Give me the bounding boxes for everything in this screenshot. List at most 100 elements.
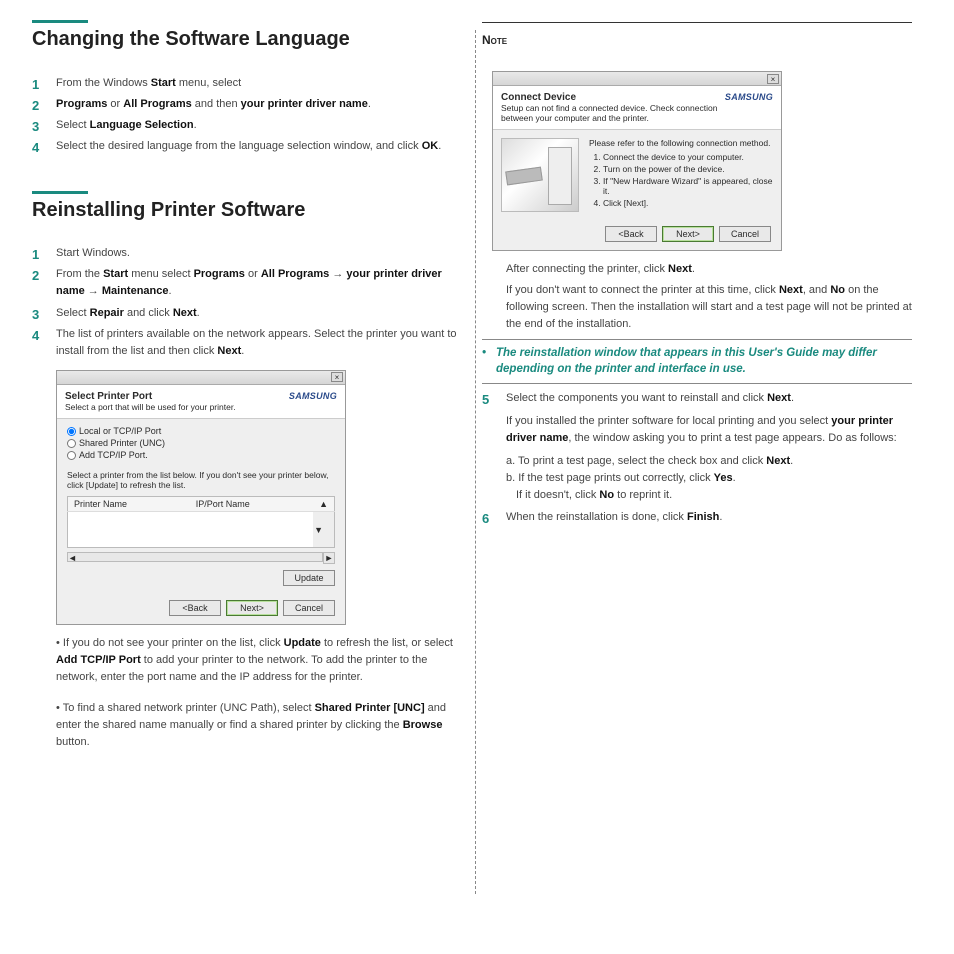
arrow-icon: → xyxy=(329,268,346,280)
connect-device-dialog: × Connect Device Setup can not find a co… xyxy=(492,71,782,251)
mini-step: Click [Next]. xyxy=(603,198,773,208)
bold: Programs xyxy=(56,98,107,110)
close-icon[interactable]: × xyxy=(331,372,343,382)
cancel-button[interactable]: Cancel xyxy=(719,226,771,242)
right-column: Note × Connect Device Setup can not find… xyxy=(472,20,922,755)
h-scrollbar[interactable]: ◄► xyxy=(67,552,335,564)
text: Select the desired language from the lan… xyxy=(56,140,422,152)
dialog-title: Select Printer Port xyxy=(65,391,236,402)
bold: Programs xyxy=(194,268,245,280)
text: . xyxy=(692,263,695,275)
left-column: Changing the Software Language From the … xyxy=(22,20,472,755)
text: and click xyxy=(124,307,173,319)
step-5: Select the components you want to reinst… xyxy=(482,390,912,504)
text: . xyxy=(194,119,197,131)
callout-rule-bottom xyxy=(482,383,912,384)
text: • To find a shared network printer (UNC … xyxy=(56,702,315,714)
section-accent xyxy=(32,191,88,194)
bold: Next xyxy=(173,307,197,319)
radio-input[interactable] xyxy=(67,451,76,460)
note-rule-top xyxy=(482,22,912,23)
text: menu, select xyxy=(176,77,241,89)
text: . xyxy=(719,511,722,523)
text: From the Windows xyxy=(56,77,151,89)
note-heading: Note xyxy=(482,33,912,47)
radio-local[interactable]: Local or TCP/IP Port xyxy=(67,426,335,436)
radio-input[interactable] xyxy=(67,427,76,436)
hint-update: • If you do not see your printer on the … xyxy=(32,635,462,686)
dialog-subtitle: Select a port that will be used for your… xyxy=(65,402,236,412)
text: a. To print a test page, select the chec… xyxy=(506,455,766,467)
text: If it doesn't, click xyxy=(516,489,599,501)
dialog-title: Connect Device xyxy=(501,92,725,103)
dialog-lead: Please refer to the following connection… xyxy=(589,138,773,148)
printer-list-table[interactable]: Printer NameIP/Port Name▲ ▼ xyxy=(67,496,335,548)
text: menu select xyxy=(128,268,193,280)
text: Select the components you want to reinst… xyxy=(506,392,767,404)
mini-step: Turn on the power of the device. xyxy=(603,164,773,174)
bold: Start xyxy=(103,268,128,280)
text: or xyxy=(245,268,261,280)
text: b. If the test page prints out correctly… xyxy=(506,472,714,484)
col-ip-port: IP/Port Name xyxy=(190,497,313,512)
bold: Language Selection xyxy=(90,119,194,131)
text: , and xyxy=(803,284,831,296)
bold: OK xyxy=(422,140,439,152)
bold: All Programs xyxy=(123,98,191,110)
radio-input[interactable] xyxy=(67,439,76,448)
text: or xyxy=(107,98,123,110)
text: button. xyxy=(56,736,90,748)
bold: Browse xyxy=(403,719,443,731)
step-6: When the reinstallation is done, click F… xyxy=(482,509,912,526)
step-2: From the Start menu select Programs or A… xyxy=(32,266,462,300)
bold: Next xyxy=(217,345,241,357)
text: From the xyxy=(56,268,103,280)
text: . xyxy=(368,98,371,110)
text: . xyxy=(169,285,172,297)
bold: Yes xyxy=(714,472,733,484)
text: Select xyxy=(56,119,90,131)
arrow-icon: → xyxy=(85,285,102,297)
close-icon[interactable]: × xyxy=(767,74,779,84)
bold: your printer driver name xyxy=(241,98,368,110)
connect-steps: Connect the device to your computer. Tur… xyxy=(589,152,773,208)
step-4: Select the desired language from the lan… xyxy=(32,138,462,155)
cancel-button[interactable]: Cancel xyxy=(283,600,335,616)
text: Select xyxy=(56,307,90,319)
next-button[interactable]: Next> xyxy=(662,226,714,242)
col-printer-name: Printer Name xyxy=(68,497,190,512)
step-4: The list of printers available on the ne… xyxy=(32,326,462,360)
step-1: Start Windows. xyxy=(32,245,462,262)
text: and then xyxy=(192,98,241,110)
step-1: From the Windows Start menu, select xyxy=(32,75,462,92)
bold: Maintenance xyxy=(102,285,169,297)
dialog-titlebar: × xyxy=(493,72,781,86)
brand-logo: SAMSUNG xyxy=(725,92,773,102)
bold: Next xyxy=(779,284,803,296)
after-connect-2: If you don't want to connect the printer… xyxy=(482,282,912,333)
step-3: Select Repair and click Next. xyxy=(32,305,462,322)
section-accent xyxy=(32,20,88,23)
bold: No xyxy=(830,284,845,296)
bold: Next xyxy=(668,263,692,275)
text: . xyxy=(790,455,793,467)
text: . xyxy=(438,140,441,152)
dialog-titlebar: × xyxy=(57,371,345,385)
bold: Next xyxy=(767,392,791,404)
back-button[interactable]: <Back xyxy=(605,226,657,242)
text: When the reinstallation is done, click xyxy=(506,511,687,523)
reinstall-steps: Start Windows. From the Start menu selec… xyxy=(32,245,462,359)
text: . xyxy=(791,392,794,404)
update-button[interactable]: Update xyxy=(283,570,335,586)
text: • If you do not see your printer on the … xyxy=(56,637,284,649)
dialog-subtitle: Setup can not find a connected device. C… xyxy=(501,103,725,123)
back-button[interactable]: <Back xyxy=(169,600,221,616)
next-button[interactable]: Next> xyxy=(226,600,278,616)
radio-add-tcp[interactable]: Add TCP/IP Port. xyxy=(67,450,335,460)
text: The list of printers available on the ne… xyxy=(56,328,457,357)
radio-shared[interactable]: Shared Printer (UNC) xyxy=(67,438,335,448)
callout-note: The reinstallation window that appears i… xyxy=(482,346,912,377)
text: Start Windows. xyxy=(56,247,130,259)
bold: Add TCP/IP Port xyxy=(56,654,141,666)
text: . xyxy=(197,307,200,319)
